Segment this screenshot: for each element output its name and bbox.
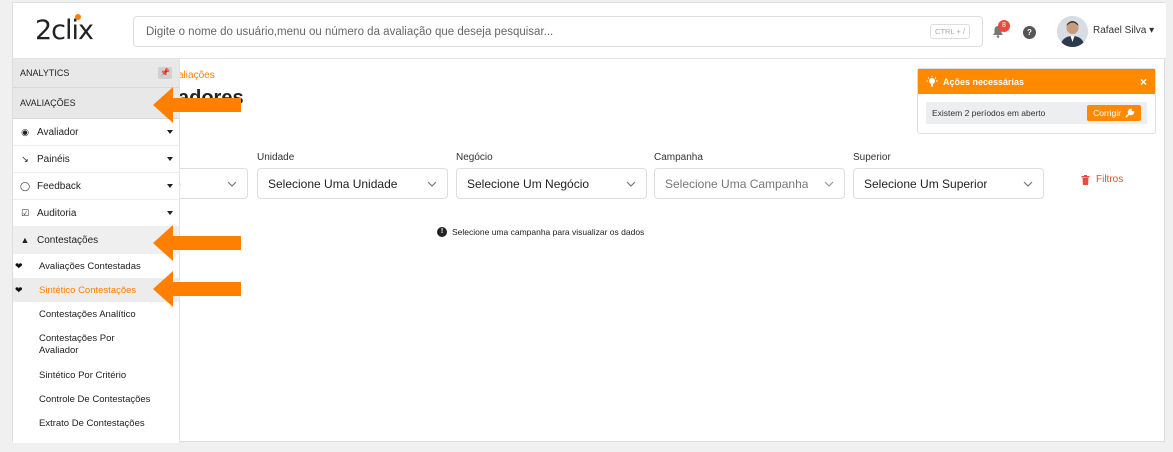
search-placeholder: Digite o nome do usuário,menu ou número … [146, 25, 554, 38]
wrench-icon [1125, 108, 1135, 118]
sidebar-section-analytics[interactable]: ANALYTICS 📌 [13, 59, 179, 88]
negocio-select[interactable]: Selecione Um Negócio [456, 168, 647, 199]
user-name: Rafael Silva [1093, 25, 1147, 36]
annotation-arrow-sintetico [153, 271, 241, 307]
app-window: 2clix Digite o nome do usuário,menu ou n… [12, 2, 1166, 443]
top-header: 2clix Digite o nome do usuário,menu ou n… [13, 3, 1166, 59]
caret-down-icon [167, 130, 173, 134]
sidebar-subitem-label: Sintético Contestações [39, 284, 137, 296]
sidebar-subitem-controle-de-contestacoes[interactable]: Controle De Contestações [13, 387, 179, 411]
caret-down-icon [167, 211, 173, 215]
avatar[interactable] [1057, 16, 1088, 47]
chevron-down-icon [227, 181, 237, 187]
unidade-label: Unidade [257, 152, 295, 163]
user-menu[interactable]: Rafael Silva ▾ [1093, 25, 1154, 36]
checkbox-icon: ☑ [20, 207, 30, 218]
chart-line-icon: ↘ [21, 153, 29, 164]
sidebar-item-label: Painéis [37, 153, 70, 165]
notification-badge: 8 [998, 20, 1010, 32]
fix-button-label: Corrigir [1093, 108, 1121, 118]
campanha-select[interactable]: Selecione Uma Campanha [654, 168, 845, 199]
section-label: ANALYTICS [20, 68, 70, 78]
shortcut-hint: CTRL + / [930, 24, 970, 39]
chevron-down-icon [824, 181, 834, 187]
unidade-select[interactable]: Selecione Uma Unidade [257, 168, 448, 199]
notification-title: Ações necessárias [943, 76, 1025, 87]
logo-dot [75, 14, 81, 20]
sidebar-item-label: Feedback [37, 180, 81, 192]
campanha-label: Campanha [654, 152, 703, 163]
help-icon[interactable]: ? [1023, 26, 1036, 39]
sidebar-subitem-label: Contestações Analítico [39, 308, 136, 320]
close-icon[interactable]: × [1140, 75, 1147, 89]
fix-button[interactable]: Corrigir [1087, 105, 1141, 121]
pin-icon[interactable]: 📌 [158, 67, 172, 79]
chevron-down-icon [427, 181, 437, 187]
caret-down-icon [167, 184, 173, 188]
logo: 2clix [35, 15, 94, 46]
comments-icon: ◯ [19, 180, 31, 191]
trash-icon [1081, 174, 1090, 185]
chevron-down-icon [1023, 181, 1033, 187]
unidade-select-value: Selecione Uma Unidade [268, 176, 398, 191]
filters-button[interactable]: Filtros [1081, 174, 1123, 185]
notification-header: Ações necessárias × [918, 69, 1155, 94]
annotation-arrow-avaliacoes [153, 87, 241, 123]
sidebar-subitem-extrato-de-contestacoes[interactable]: Extrato De Contestações [13, 411, 179, 435]
sidebar-subitem-contestacoes-por-avaliador[interactable]: Contestações Por Avaliador [13, 326, 179, 363]
user-circle-icon: ◉ [21, 126, 29, 137]
sidebar-item-label: Auditoria [37, 207, 77, 219]
campanha-select-value: Selecione Uma Campanha [665, 176, 809, 191]
negocio-select-value: Selecione Um Negócio [467, 176, 590, 191]
sidebar-subitem-label: Extrato De Contestações [39, 417, 145, 429]
exclamation-icon: ! [437, 227, 447, 237]
heart-icon: ❤ [15, 284, 23, 295]
sidebar-item-avaliador[interactable]: ◉ Avaliador [13, 119, 179, 146]
actions-notification: Ações necessárias × Existem 2 períodos e… [917, 68, 1156, 134]
chevron-down-icon [626, 181, 636, 187]
negocio-label: Negócio [456, 152, 493, 163]
caret-down-icon [167, 157, 173, 161]
filters-label: Filtros [1096, 174, 1124, 185]
sidebar-item-label: Avaliador [37, 126, 79, 138]
warning-icon: ▲ [20, 235, 30, 245]
sidebar-subitem-label: Sintético Por Critério [39, 369, 127, 381]
breadcrumb[interactable]: aliações [178, 70, 215, 81]
superior-select-value: Selecione Um Superior [864, 176, 988, 191]
sidebar-item-feedback[interactable]: ◯ Feedback [13, 173, 179, 200]
heart-icon: ❤ [15, 260, 23, 271]
section-label: AVALIAÇÕES [20, 98, 76, 108]
info-message: ! Selecione uma campanha para visualizar… [437, 227, 644, 237]
sidebar-subitem-label: Contestações Por Avaliador [39, 332, 115, 356]
notification-body: Existem 2 períodos em aberto Corrigir [926, 102, 1147, 124]
superior-select[interactable]: Selecione Um Superior [853, 168, 1044, 199]
superior-label: Superior [853, 152, 891, 163]
lightbulb-icon [926, 76, 938, 87]
sidebar-subitem-label: Controle De Contestações [39, 393, 151, 405]
notification-message: Existem 2 períodos em aberto [932, 108, 1046, 118]
sidebar-item-paineis[interactable]: ↘ Painéis [13, 146, 179, 173]
sidebar-item-auditoria[interactable]: ☑ Auditoria [13, 200, 179, 227]
sidebar-subitem-sintetico-por-criterio[interactable]: Sintético Por Critério [13, 363, 179, 387]
sidebar-subitem-label: Avaliações Contestadas [39, 260, 141, 272]
info-text: Selecione uma campanha para visualizar o… [452, 227, 645, 237]
search-input[interactable]: Digite o nome do usuário,menu ou número … [133, 16, 983, 47]
annotation-arrow-contestacoes [153, 225, 241, 261]
